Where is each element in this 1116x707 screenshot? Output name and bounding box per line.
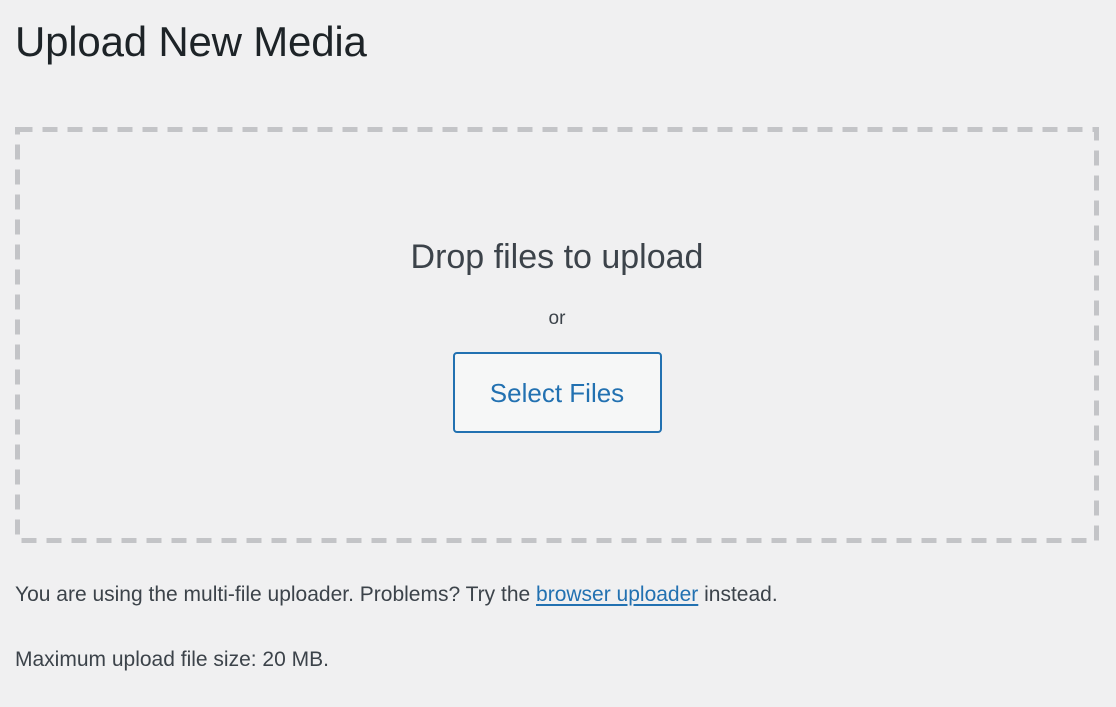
select-files-button[interactable]: Select Files bbox=[453, 352, 662, 433]
drop-files-headline: Drop files to upload bbox=[411, 237, 704, 278]
uploader-note-suffix: instead. bbox=[698, 583, 777, 606]
browser-uploader-link[interactable]: browser uploader bbox=[536, 583, 698, 606]
page-title: Upload New Media bbox=[15, 18, 367, 66]
drop-zone-divider-label: or bbox=[549, 306, 566, 333]
drop-zone-content: Drop files to upload or Select Files bbox=[15, 127, 1099, 543]
uploader-note-prefix: You are using the multi-file uploader. P… bbox=[15, 583, 536, 606]
multi-file-uploader-note: You are using the multi-file uploader. P… bbox=[15, 579, 778, 611]
max-upload-size-note: Maximum upload file size: 20 MB. bbox=[15, 644, 329, 676]
upload-media-page: Upload New Media Drop files to upload or… bbox=[0, 0, 1116, 707]
file-drop-zone[interactable]: Drop files to upload or Select Files bbox=[15, 127, 1099, 543]
